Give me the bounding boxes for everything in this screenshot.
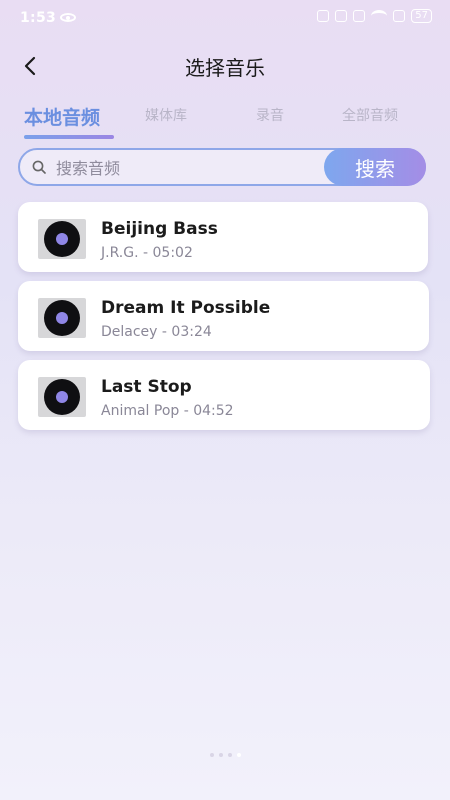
vinyl-record-icon (44, 300, 80, 336)
status-bar: 1:53 57 (0, 0, 450, 36)
song-meta: J.R.G. - 05:02 (101, 245, 193, 261)
tab-local-audio[interactable]: 本地音频 (24, 103, 100, 130)
sim-icon (393, 10, 406, 22)
song-title: Dream It Possible (101, 298, 271, 318)
search-bar: 搜索 (18, 148, 426, 186)
album-cover (38, 377, 86, 417)
mute-icon (353, 10, 366, 22)
vinyl-record-icon (44, 379, 80, 415)
header: 选择音乐 (0, 44, 450, 84)
nfc-icon (317, 10, 330, 22)
song-list: Beijing Bass J.R.G. - 05:02 Dream It Pos… (18, 202, 430, 439)
tab-bar: 本地音频 媒体库 录音 全部音频 (0, 105, 450, 141)
song-meta: Animal Pop - 04:52 (101, 403, 234, 419)
tab-recordings[interactable]: 录音 (256, 105, 284, 125)
song-item[interactable]: Last Stop Animal Pop - 04:52 (18, 360, 430, 430)
page-indicator (210, 753, 241, 757)
eye-icon (60, 13, 76, 22)
song-title: Last Stop (101, 377, 192, 397)
song-item[interactable]: Dream It Possible Delacey - 03:24 (18, 281, 429, 351)
song-meta: Delacey - 03:24 (101, 324, 212, 340)
search-input[interactable] (54, 156, 328, 180)
page-dot (228, 753, 232, 757)
search-icon (32, 160, 46, 174)
search-button[interactable]: 搜索 (324, 148, 426, 186)
bluetooth-icon (335, 10, 348, 22)
page-title: 选择音乐 (185, 56, 265, 80)
album-cover (38, 219, 86, 259)
battery-icon: 57 (411, 9, 432, 23)
status-time: 1:53 (20, 10, 57, 26)
page-dot (219, 753, 223, 757)
wifi-icon (371, 10, 388, 22)
tab-all-audio[interactable]: 全部音频 (342, 105, 398, 125)
page-dot-active (237, 753, 241, 757)
song-item[interactable]: Beijing Bass J.R.G. - 05:02 (18, 202, 428, 272)
song-title: Beijing Bass (101, 219, 218, 239)
album-cover (38, 298, 86, 338)
tab-media-library[interactable]: 媒体库 (145, 105, 187, 125)
vinyl-record-icon (44, 221, 80, 257)
page-dot (210, 753, 214, 757)
active-tab-indicator (24, 135, 114, 139)
status-icons: 57 (317, 9, 432, 23)
